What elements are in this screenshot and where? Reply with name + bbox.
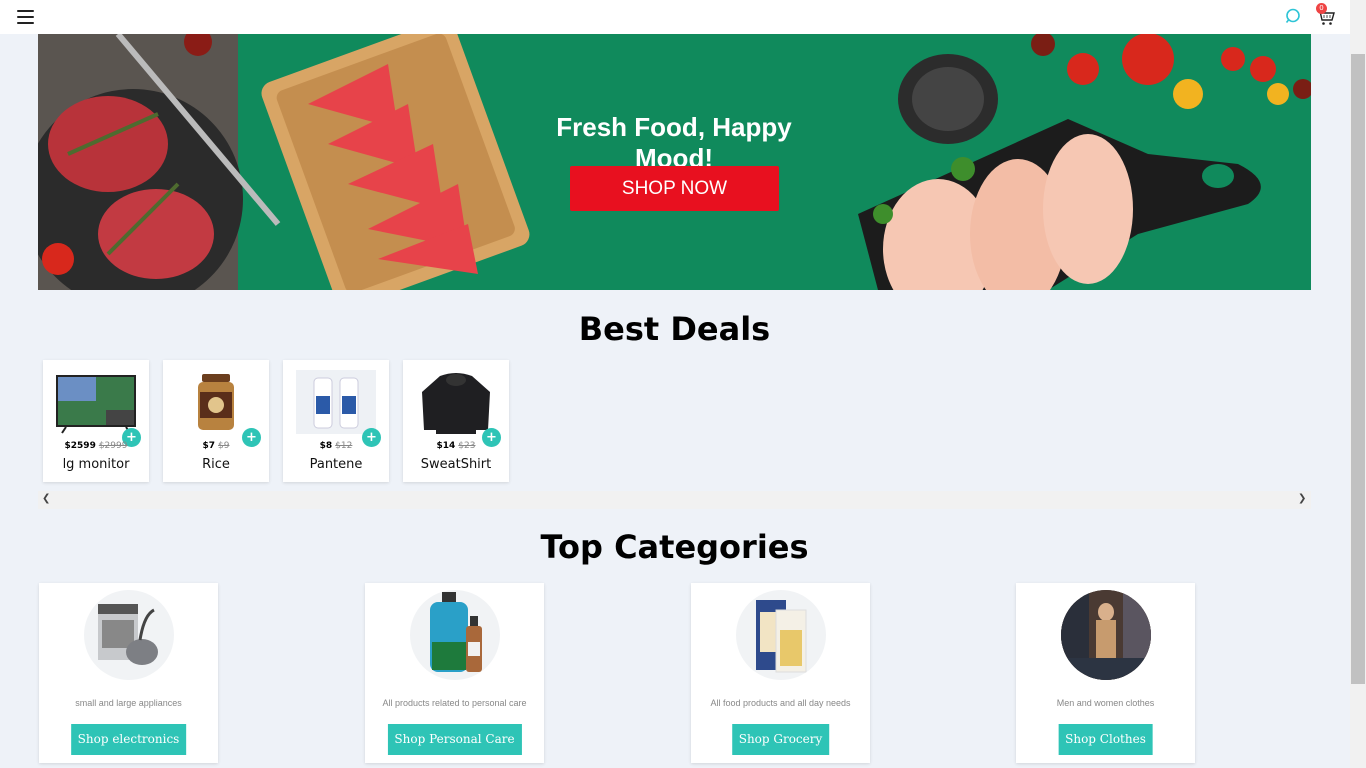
deal-name: Rice (202, 457, 230, 472)
category-description: Men and women clothes (1056, 698, 1155, 708)
deal-prices: $2599 $2999 (43, 441, 149, 451)
deal-name: SweatShirt (420, 457, 492, 472)
category-card-electronics: small and large appliances Shop electron… (39, 583, 218, 763)
shop-personal-care-button[interactable]: Shop Personal Care (387, 724, 522, 755)
shop-clothes-button[interactable]: Shop Clothes (1058, 724, 1153, 755)
deal-old-price: $12 (335, 441, 353, 451)
deal-old-price: $9 (218, 441, 230, 451)
sweatshirt-image (422, 373, 490, 434)
personal-care-image (410, 590, 500, 680)
hero-banner: Fresh Food, Happy Mood! SHOP NOW (38, 34, 1311, 290)
category-description: small and large appliances (75, 698, 182, 708)
chevron-right-icon[interactable]: ❯ (1298, 493, 1306, 504)
deal-card[interactable]: + $14 $23 SweatShirt (403, 360, 509, 482)
category-card-grocery: All food products and all day needs Shop… (691, 583, 870, 763)
top-navbar: 0 (0, 0, 1350, 34)
deal-card[interactable]: + $8 $12 Pantene (283, 360, 389, 482)
appliances-image (84, 590, 174, 680)
deal-card[interactable]: + $7 $9 Rice (163, 360, 269, 482)
tv-product-image (56, 375, 136, 434)
category-description: All products related to personal care (382, 698, 527, 708)
deal-price: $8 (319, 441, 333, 451)
clothes-store-image (1061, 590, 1151, 680)
deal-prices: $14 $23 (403, 441, 509, 451)
scrollbar-thumb[interactable] (1351, 54, 1365, 684)
search-icon[interactable] (1285, 8, 1301, 24)
deal-price: $2599 (64, 441, 96, 451)
deal-name: lg monitor (62, 457, 130, 472)
hero-title: Fresh Food, Happy Mood! (556, 112, 792, 173)
deal-prices: $7 $9 (163, 441, 269, 451)
shop-electronics-button[interactable]: Shop electronics (70, 724, 187, 755)
deal-card[interactable]: + $2599 $2999 lg monitor (43, 360, 149, 482)
category-card-personal-care: All products related to personal care Sh… (365, 583, 544, 763)
deal-old-price: $23 (458, 441, 476, 451)
top-categories-title: Top Categories (540, 528, 809, 566)
deal-old-price: $2999 (98, 441, 128, 451)
chevron-left-icon[interactable]: ❮ (42, 493, 50, 504)
deal-price: $7 (202, 441, 216, 451)
category-card-clothes: Men and women clothes Shop Clothes (1016, 583, 1195, 763)
shop-now-button[interactable]: SHOP NOW (570, 166, 779, 211)
shampoo-bottles-image (296, 370, 376, 434)
category-description: All food products and all day needs (710, 698, 851, 708)
deal-price: $14 (436, 441, 456, 451)
best-deals-title: Best Deals (578, 310, 771, 348)
rice-jar-image (198, 374, 234, 430)
deal-prices: $8 $12 (283, 441, 389, 451)
cart-count-badge: 0 (1316, 3, 1327, 14)
shop-grocery-button[interactable]: Shop Grocery (731, 724, 830, 755)
grocery-image (736, 590, 826, 680)
hamburger-icon[interactable] (17, 10, 34, 24)
deal-name: Pantene (309, 457, 363, 472)
deals-horizontal-scrollbar[interactable]: ❮ ❯ (38, 491, 1311, 509)
